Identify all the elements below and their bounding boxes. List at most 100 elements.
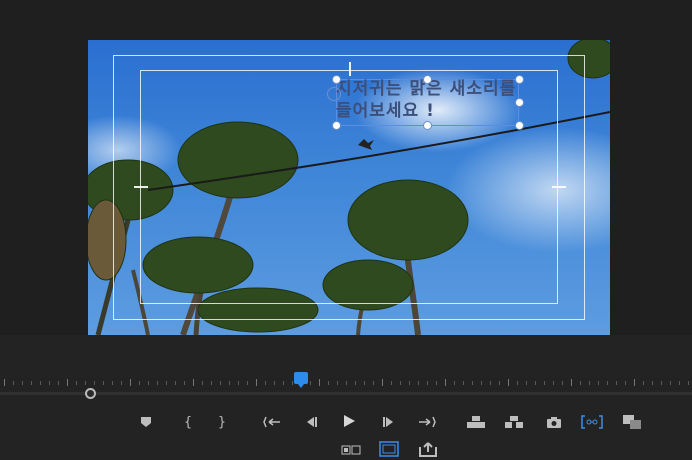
ruler-tick xyxy=(643,381,644,385)
left-center-tick xyxy=(134,186,148,188)
lift-icon xyxy=(467,416,485,428)
anchor-point-icon[interactable] xyxy=(327,87,341,101)
extract-button[interactable] xyxy=(502,412,526,432)
ruler-tick xyxy=(292,381,293,385)
resize-handle[interactable] xyxy=(515,121,524,130)
ruler-tick xyxy=(256,379,257,386)
multi-camera-button[interactable] xyxy=(339,440,363,460)
zoom-handle[interactable] xyxy=(85,388,96,399)
ruler-tick xyxy=(193,379,194,386)
ruler-tick xyxy=(463,381,464,385)
vr-video-toggle-button[interactable] xyxy=(580,412,604,432)
ruler-tick xyxy=(76,381,77,385)
share-button[interactable] xyxy=(416,439,440,459)
ruler-tick xyxy=(328,381,329,385)
zoom-scroll-bar[interactable] xyxy=(0,392,692,395)
top-center-tick xyxy=(349,62,351,76)
ruler-tick xyxy=(40,381,41,385)
ruler-tick xyxy=(517,381,518,385)
ruler-tick xyxy=(211,381,212,385)
ruler-tick xyxy=(58,381,59,385)
ruler-tick xyxy=(679,381,680,385)
play-button[interactable] xyxy=(337,411,361,431)
ruler-tick xyxy=(418,381,419,385)
ruler-tick xyxy=(184,381,185,385)
ruler-tick xyxy=(508,379,509,386)
mark-in-icon: { xyxy=(183,414,193,430)
export-frame-button[interactable] xyxy=(542,412,566,432)
ruler-tick xyxy=(373,381,374,385)
go-to-in-button[interactable] xyxy=(260,412,284,432)
ruler-tick xyxy=(139,381,140,385)
title-text[interactable]: 지저귀는 맑은 새소리를 들어보세요 ! xyxy=(336,78,526,122)
ruler-tick xyxy=(157,381,158,385)
ruler-tick xyxy=(148,381,149,385)
vr-video-icon xyxy=(581,415,603,429)
ruler-tick xyxy=(220,381,221,385)
ruler-tick xyxy=(607,381,608,385)
ruler-tick xyxy=(355,381,356,385)
right-center-tick xyxy=(552,186,566,188)
ruler-tick xyxy=(535,381,536,385)
go-to-out-button[interactable] xyxy=(415,412,439,432)
ruler-tick xyxy=(166,381,167,385)
resize-handle[interactable] xyxy=(423,121,432,130)
ruler-tick xyxy=(436,381,437,385)
camera-icon xyxy=(547,416,561,428)
play-icon xyxy=(344,415,355,427)
resize-handle[interactable] xyxy=(332,121,341,130)
ruler-tick xyxy=(544,381,545,385)
program-monitor: 지저귀는 맑은 새소리를 들어보세요 ! xyxy=(0,0,692,335)
ruler-tick xyxy=(364,381,365,385)
ruler-tick xyxy=(598,381,599,385)
ruler-tick xyxy=(94,381,95,385)
lift-button[interactable] xyxy=(464,412,488,432)
ruler-tick xyxy=(346,381,347,385)
extract-icon xyxy=(505,416,523,428)
ruler-tick xyxy=(526,381,527,385)
comparison-view-button[interactable] xyxy=(620,412,644,432)
ruler-tick xyxy=(4,379,5,386)
mark-out-button[interactable]: } xyxy=(210,412,234,432)
ruler-tick xyxy=(445,379,446,386)
ruler-tick xyxy=(31,381,32,385)
step-back-icon xyxy=(307,417,317,427)
ruler-tick xyxy=(589,381,590,385)
step-back-button[interactable] xyxy=(299,412,323,432)
resize-handle[interactable] xyxy=(423,75,432,84)
ruler-tick xyxy=(229,381,230,385)
time-ruler[interactable] xyxy=(0,379,692,386)
ruler-tick xyxy=(427,381,428,385)
ruler-tick xyxy=(319,379,320,386)
playhead[interactable] xyxy=(294,372,308,388)
ruler-tick xyxy=(202,381,203,385)
ruler-tick xyxy=(652,381,653,385)
ruler-tick xyxy=(130,379,131,386)
ruler-tick xyxy=(283,381,284,385)
resize-handle[interactable] xyxy=(332,75,341,84)
share-icon xyxy=(419,442,437,457)
ruler-tick xyxy=(490,381,491,385)
multi-camera-icon xyxy=(341,445,361,455)
ruler-tick xyxy=(265,381,266,385)
resize-handle[interactable] xyxy=(515,98,524,107)
ruler-tick xyxy=(454,381,455,385)
mark-in-button[interactable]: { xyxy=(176,412,200,432)
comparison-view-icon xyxy=(623,415,641,429)
ruler-tick xyxy=(562,381,563,385)
safe-margins-toggle-button[interactable] xyxy=(377,439,401,459)
ruler-tick xyxy=(661,381,662,385)
ruler-tick xyxy=(580,381,581,385)
ruler-tick xyxy=(49,381,50,385)
ruler-tick xyxy=(310,381,311,385)
step-forward-button[interactable] xyxy=(377,412,401,432)
add-marker-button[interactable] xyxy=(134,412,158,432)
ruler-tick xyxy=(481,381,482,385)
ruler-tick xyxy=(625,381,626,385)
resize-handle[interactable] xyxy=(515,75,524,84)
ruler-tick xyxy=(337,381,338,385)
title-line-2: 들어보세요 ! xyxy=(336,101,435,121)
ruler-tick xyxy=(400,381,401,385)
ruler-tick xyxy=(616,381,617,385)
marker-icon xyxy=(141,417,151,427)
